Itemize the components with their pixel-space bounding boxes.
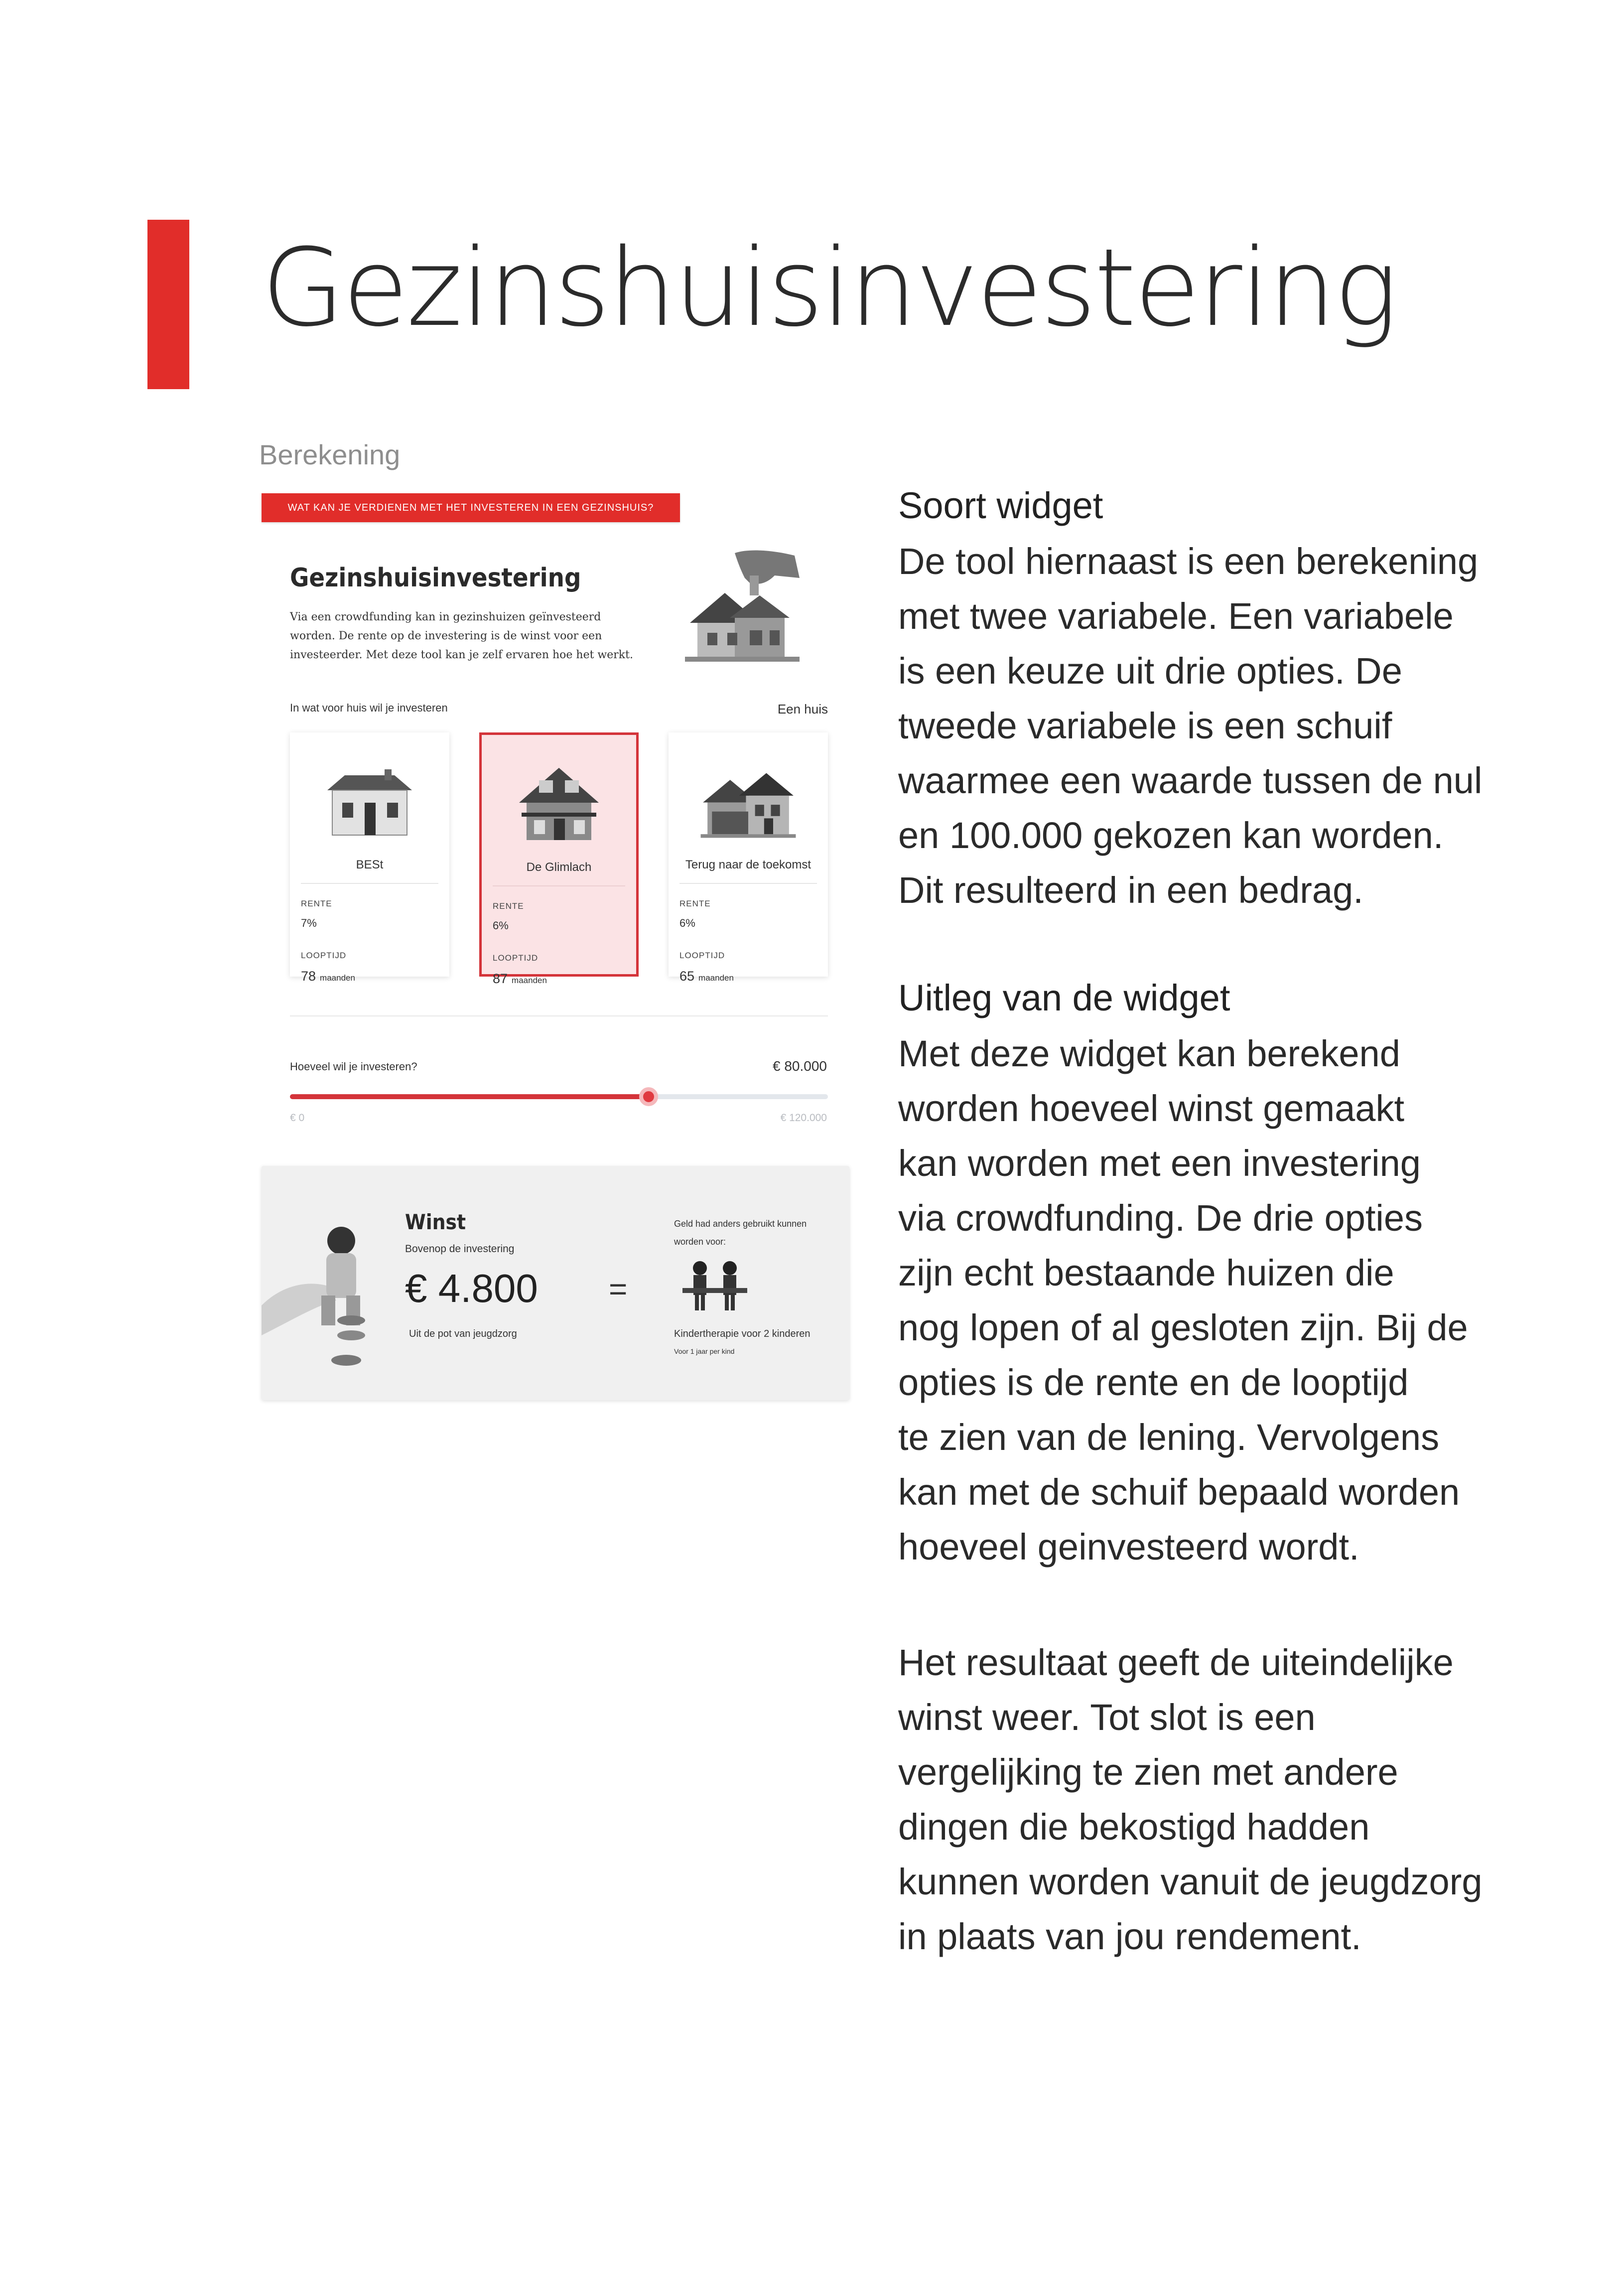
rate-label: RENTE: [493, 901, 524, 911]
paragraph-soort-widget: De tool hiernaast is een berekening met …: [898, 534, 1596, 918]
house-photo-best: [301, 745, 438, 845]
paragraph-line: te zien van de lening. Vervolgens: [898, 1417, 1440, 1458]
page-title: Gezinshuisinvestering: [262, 225, 1398, 350]
house-card-de-glimlach[interactable]: De Glimlach RENTE 6% LOOPTIJD 87 maanden: [479, 732, 639, 986]
paragraph-line: tweede variabele is een schuif: [898, 705, 1392, 746]
slider-value: € 80.000: [773, 1058, 827, 1074]
paragraph-line: in plaats van jou rendement.: [898, 1916, 1361, 1957]
term-value: 65: [679, 969, 695, 984]
paragraph-line: kunnen worden vanuit de jeugdzorg: [898, 1861, 1483, 1902]
house-question: In wat voor huis wil je investeren: [290, 702, 448, 714]
paragraph-resultaat: Het resultaat geeft de uiteindelijke win…: [898, 1635, 1596, 1964]
heading-uitleg-widget: Uitleg van de widget: [898, 977, 1230, 1018]
paragraph-line: De tool hiernaast is een berekening: [898, 541, 1479, 582]
paragraph-line: hoeveel geinvesteerd wordt.: [898, 1526, 1359, 1568]
card-divider: [301, 883, 438, 884]
widget-intro: Via een crowdfunding kan in gezinshuizen…: [290, 611, 633, 661]
alternative-use-label: Geld had anders gebruikt kunnen worden v…: [674, 1219, 807, 1247]
house-name: Terug naar de toekomst: [685, 858, 812, 871]
house-photo-terug-naar-de-toekomst: [679, 745, 817, 845]
rate-value: 6%: [679, 917, 695, 929]
slider-fill: [290, 1094, 649, 1099]
result-source: Uit de pot van jeugdzorg: [409, 1328, 517, 1339]
months-label: maanden: [512, 976, 547, 985]
paragraph-line: via crowdfunding. De drie opties: [898, 1197, 1423, 1239]
house-card-terug-naar-de-toekomst[interactable]: Terug naar de toekomst RENTE 6% LOOPTIJD…: [669, 732, 828, 984]
paragraph-line: en 100.000 gekozen kan worden.: [898, 815, 1444, 856]
therapy-label: Kindertherapie voor 2 kinderen: [674, 1328, 811, 1339]
paragraph-line: zijn echt bestaande huizen die: [898, 1252, 1394, 1293]
result-amount: € 4.800: [405, 1266, 538, 1310]
card-divider: [679, 883, 817, 884]
rate-label: RENTE: [301, 899, 332, 908]
selected-house-label: Een huis: [777, 702, 828, 717]
months-label: maanden: [320, 973, 355, 983]
children-bench-icon: [682, 1258, 752, 1315]
house-card-best[interactable]: BESt RENTE 7% LOOPTIJD 78 maanden: [290, 732, 449, 984]
slider-label: Hoeveel wil je investeren?: [290, 1060, 417, 1073]
rate-label: RENTE: [679, 899, 711, 908]
paragraph-line: waarmee een waarde tussen de nul: [898, 760, 1483, 801]
term-label: LOOPTIJD: [679, 951, 725, 960]
hand-house-illustration: [675, 548, 805, 675]
paragraph-line: nog lopen of al gesloten zijn. Bij de: [898, 1307, 1468, 1348]
widget-divider: [290, 1015, 828, 1016]
house-options: BESt RENTE 7% LOOPTIJD 78 maanden De Gli…: [290, 732, 828, 986]
months-label: maanden: [698, 973, 734, 983]
paragraph-line: worden hoeveel winst gemaakt: [898, 1088, 1405, 1129]
slider-max: € 120.000: [780, 1112, 827, 1124]
result-subtitle: Bovenop de investering: [405, 1243, 515, 1255]
paragraph-uitleg-widget: Met deze widget kan berekend worden hoev…: [898, 1026, 1596, 1575]
section-label: Berekening: [259, 439, 401, 470]
paragraph-line: Met deze widget kan berekend: [898, 1033, 1400, 1074]
title-accent-bar: [147, 220, 189, 389]
term-value: 87: [493, 971, 508, 986]
therapy-sublabel: Voor 1 jaar per kind: [674, 1347, 735, 1355]
result-panel: Winst Bovenop de investering € 4.800 Uit…: [262, 1166, 849, 1400]
slider-thumb[interactable]: [639, 1087, 658, 1106]
slider-min: € 0: [290, 1112, 305, 1124]
paragraph-line: Dit resulteerd in een bedrag.: [898, 869, 1363, 911]
term-label: LOOPTIJD: [301, 951, 347, 960]
paragraph-line: is een keuze uit drie opties. De: [898, 650, 1402, 692]
paragraph-line: kan worden met een investering: [898, 1143, 1421, 1184]
heading-soort-widget: Soort widget: [898, 485, 1103, 526]
paragraph-line: winst weer. Tot slot is een: [898, 1697, 1316, 1738]
term-label: LOOPTIJD: [493, 953, 539, 963]
child-coins-illustration: [262, 1206, 386, 1378]
term-value: 78: [301, 969, 316, 984]
card-divider: [493, 885, 625, 886]
house-photo-de-glimlach: [493, 748, 625, 848]
paragraph-line: opties is de rente en de looptijd: [898, 1362, 1409, 1403]
house-name: De Glimlach: [526, 861, 592, 874]
investment-slider[interactable]: [290, 1087, 828, 1106]
calculator-widget: WAT KAN JE VERDIENEN MET HET INVESTEREN …: [262, 493, 854, 1016]
rate-value: 6%: [493, 919, 509, 932]
result-title: Winst: [405, 1210, 466, 1234]
widget-title: Gezinshuisinvestering: [290, 563, 581, 593]
paragraph-line: met twee variabele. Een variabele: [898, 595, 1454, 637]
house-name: BESt: [356, 858, 384, 871]
equals-sign: =: [609, 1271, 628, 1307]
widget-banner: WAT KAN JE VERDIENEN MET HET INVESTEREN …: [262, 493, 680, 522]
paragraph-line: dingen die bekostigd hadden: [898, 1806, 1370, 1848]
rate-value: 7%: [301, 917, 317, 929]
paragraph-line: kan met de schuif bepaald worden: [898, 1471, 1460, 1513]
paragraph-line: Het resultaat geeft de uiteindelijke: [898, 1642, 1454, 1683]
paragraph-line: vergelijking te zien met andere: [898, 1751, 1398, 1793]
